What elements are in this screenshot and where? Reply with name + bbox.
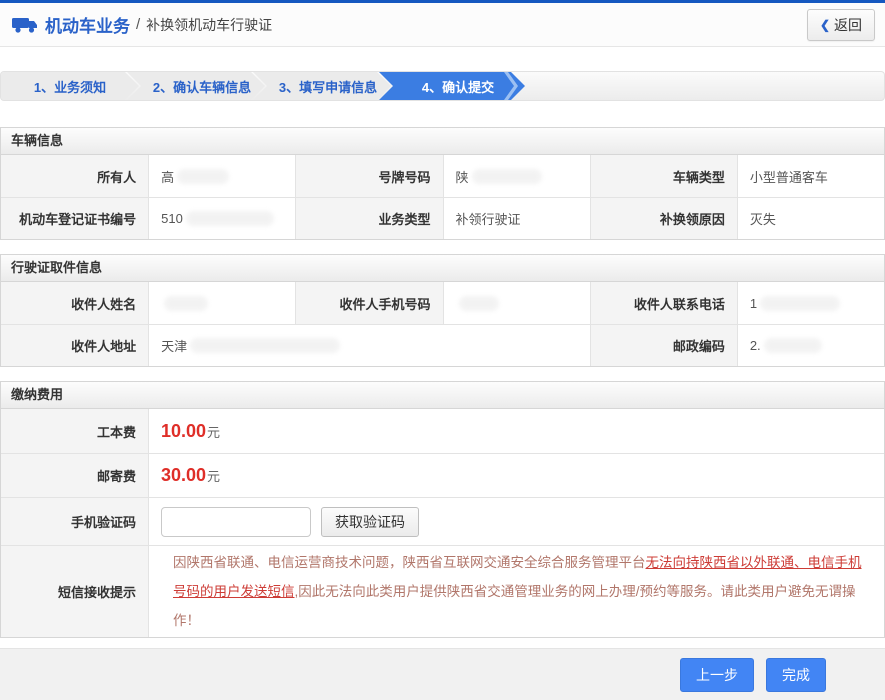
step-progress-bar: 1、业务须知 2、确认车辆信息 3、填写申请信息 4、确认提交 xyxy=(0,71,885,101)
postal-code-label: 邮政编码 xyxy=(589,324,737,366)
recipient-address-value: 天津 xyxy=(148,324,590,366)
sms-notice-text: 因陕西省联通、电信运营商技术问题，陕西省互联网交通安全综合服务管理平台无法向持陕… xyxy=(161,546,884,637)
postage-fee-unit: 元 xyxy=(207,469,221,484)
back-button[interactable]: ❮ 返回 xyxy=(806,8,875,41)
step-1-label: 1、业务须知 xyxy=(33,79,107,95)
sms-notice-row: 因陕西省联通、电信运营商技术问题，陕西省互联网交通安全综合服务管理平台无法向持陕… xyxy=(149,545,884,637)
redacted-value xyxy=(185,211,274,226)
recipient-address-label: 收件人地址 xyxy=(1,324,149,366)
step-1-notice[interactable]: 1、业务须知 xyxy=(1,72,139,100)
plate-number-value: 陕 xyxy=(442,155,590,197)
plate-number-label: 号牌号码 xyxy=(295,155,443,197)
sms-code-input[interactable] xyxy=(161,506,311,537)
finish-button[interactable]: 完成 xyxy=(766,657,826,692)
step-4-confirm-submit[interactable]: 4、确认提交 xyxy=(379,72,525,100)
redacted-value xyxy=(760,295,841,311)
business-type-label: 业务类型 xyxy=(295,197,443,239)
back-button-label: 返回 xyxy=(834,16,862,33)
vehicle-type-value: 小型普通客车 xyxy=(736,155,884,197)
redacted-value xyxy=(164,295,209,311)
production-fee-amount: 10.00 xyxy=(161,420,207,441)
production-fee-label: 工本费 xyxy=(1,409,149,453)
redacted-value xyxy=(177,168,230,184)
pickup-info-section: 行驶证取件信息 收件人姓名 收件人手机号码 收件人联系电话 1 收件人地址 天津… xyxy=(0,254,885,367)
sms-notice-part1: 因陕西省联通、电信运营商技术问题，陕西省互联网交通安全综合服务管理平台 xyxy=(173,555,646,570)
recipient-name-label: 收件人姓名 xyxy=(1,282,149,324)
vehicle-type-label: 车辆类型 xyxy=(589,155,737,197)
owner-value: 高 xyxy=(148,155,296,197)
page-header: 机动车业务 / 补换领机动车行驶证 ❮ 返回 xyxy=(0,3,885,47)
replace-reason-value: 灭失 xyxy=(736,197,884,239)
get-sms-code-button[interactable]: 获取验证码 xyxy=(321,506,419,537)
step-3-fill-application[interactable]: 3、填写申请信息 xyxy=(253,72,391,100)
sms-notice-label: 短信接收提示 xyxy=(1,545,149,637)
step-arrow-decoration xyxy=(504,72,518,100)
business-type-value: 补领行驶证 xyxy=(442,197,590,239)
breadcrumb-current: 补换领机动车行驶证 xyxy=(146,16,273,33)
fees-section: 缴纳费用 工本费 10.00 元 邮寄费 30.00 元 手机验证码 获取验证码… xyxy=(0,381,885,638)
vehicle-info-title: 车辆信息 xyxy=(1,128,884,155)
recipient-mobile-label: 收件人手机号码 xyxy=(295,282,443,324)
redacted-value xyxy=(471,168,542,184)
recipient-mobile-value xyxy=(442,282,590,324)
breadcrumb-separator: / xyxy=(136,16,141,33)
postage-fee-label: 邮寄费 xyxy=(1,453,149,497)
postage-fee-value: 30.00 元 xyxy=(149,453,884,497)
owner-label: 所有人 xyxy=(1,155,149,197)
step-2-confirm-vehicle[interactable]: 2、确认车辆信息 xyxy=(127,72,265,100)
redacted-value xyxy=(458,295,499,311)
step-2-label: 2、确认车辆信息 xyxy=(152,79,252,95)
step-4-label: 4、确认提交 xyxy=(421,79,495,95)
recipient-name-value xyxy=(148,282,296,324)
chevron-left-icon: ❮ xyxy=(819,17,830,32)
redacted-value xyxy=(190,338,341,353)
production-fee-unit: 元 xyxy=(207,424,221,440)
production-fee-value: 10.00 元 xyxy=(149,409,884,453)
truck-icon xyxy=(12,17,37,33)
postal-code-value: 2. xyxy=(736,324,884,366)
pickup-info-title: 行驶证取件信息 xyxy=(1,255,884,282)
footer-action-bar: 上一步 完成 xyxy=(0,648,885,700)
registration-no-value: 510 xyxy=(148,197,296,239)
recipient-phone-label: 收件人联系电话 xyxy=(589,282,737,324)
fees-title: 缴纳费用 xyxy=(1,382,884,409)
vehicle-info-section: 车辆信息 所有人 高 号牌号码 陕 车辆类型 小型普通客车 机动车登记证书编号 … xyxy=(0,127,885,240)
recipient-phone-value: 1 xyxy=(736,282,884,324)
registration-no-label: 机动车登记证书编号 xyxy=(1,197,149,239)
page-title: 机动车业务 xyxy=(45,17,130,36)
step-3-label: 3、填写申请信息 xyxy=(278,79,378,95)
previous-step-button[interactable]: 上一步 xyxy=(680,657,754,692)
replace-reason-label: 补换领原因 xyxy=(589,197,737,239)
postage-fee-amount: 30.00 xyxy=(161,465,207,485)
sms-code-label: 手机验证码 xyxy=(1,497,149,545)
sms-code-row: 获取验证码 xyxy=(149,497,884,545)
redacted-value xyxy=(763,338,822,353)
